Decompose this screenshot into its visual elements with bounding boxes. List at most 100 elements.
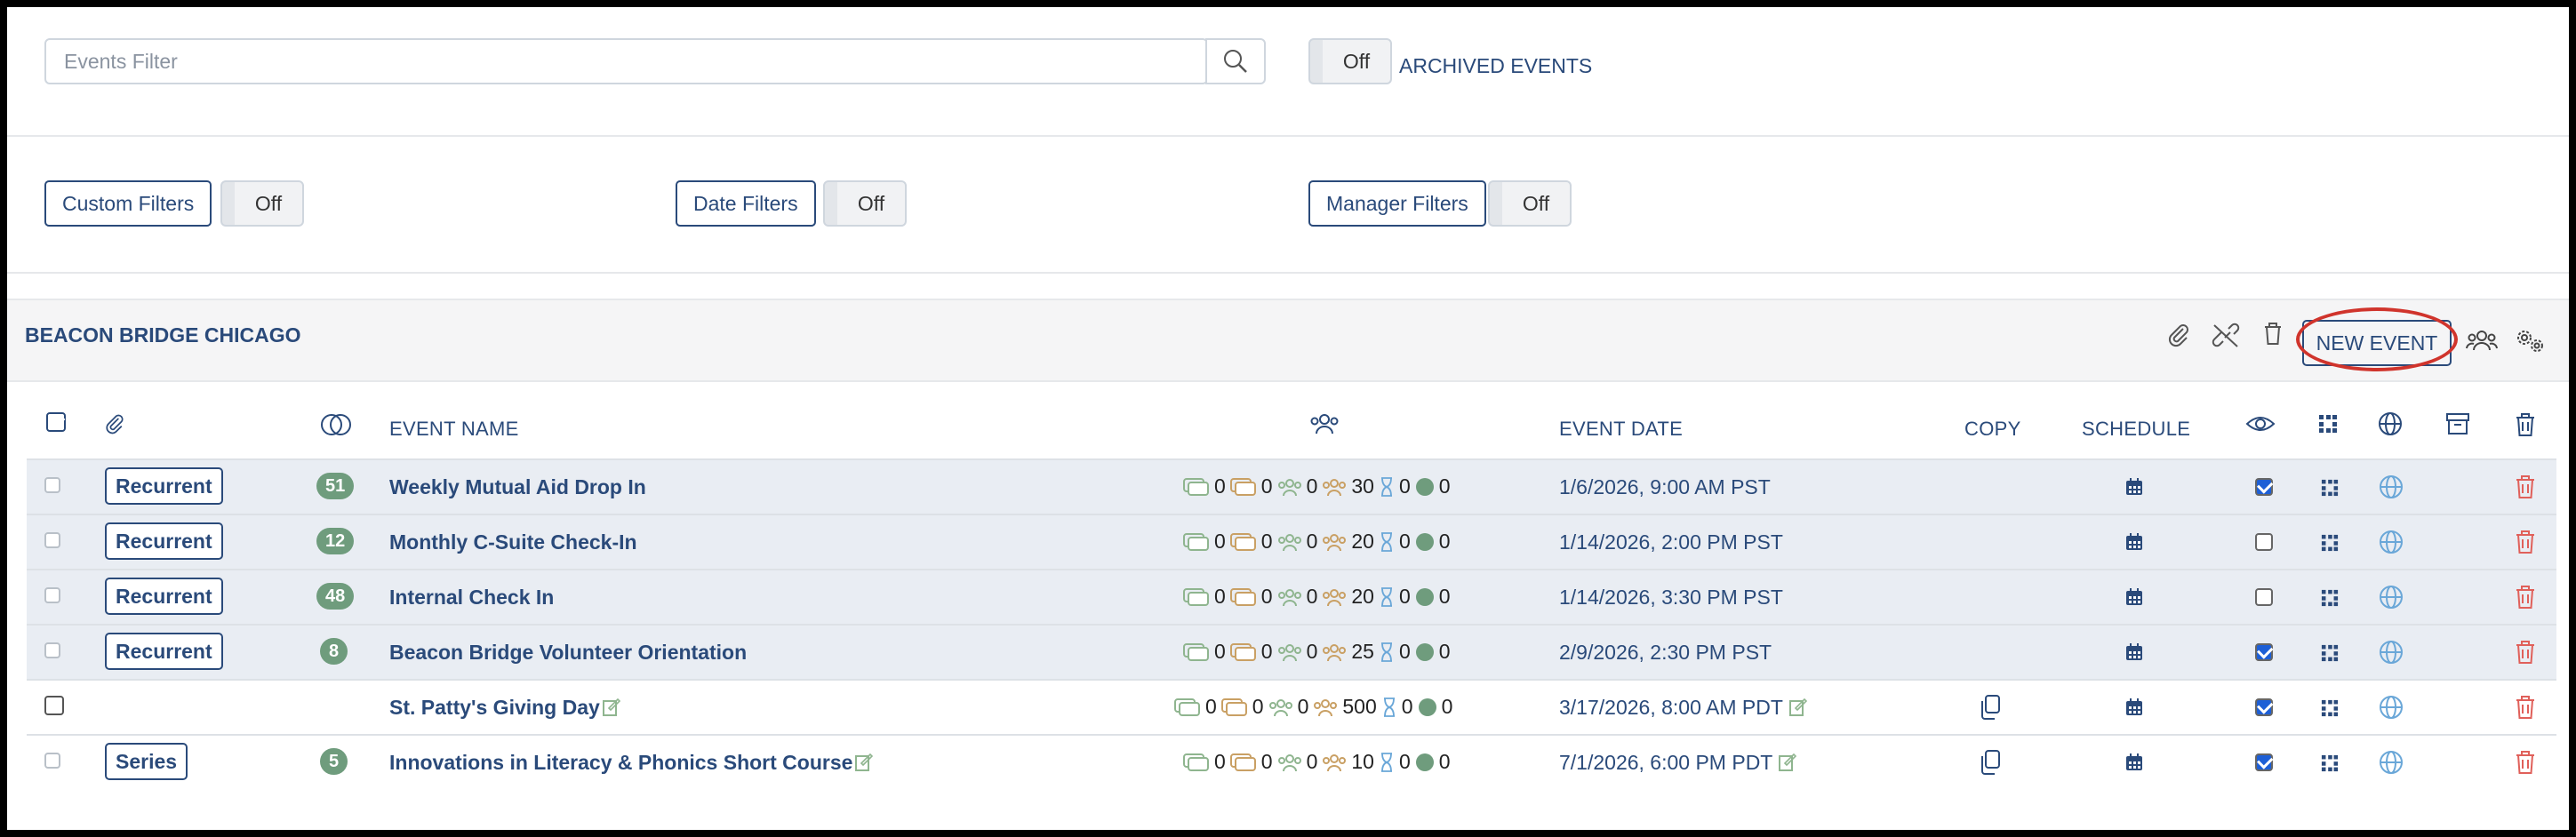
attach-icon[interactable]: [2164, 320, 2194, 350]
row-select-checkbox[interactable]: [44, 753, 60, 769]
globe-icon[interactable]: [2377, 528, 2405, 556]
ticket-green-icon: [1174, 698, 1200, 716]
qr-code-icon[interactable]: [2318, 476, 2341, 499]
schedule-calendar-icon[interactable]: [2123, 751, 2146, 774]
event-type-button[interactable]: Recurrent: [105, 633, 223, 670]
stat-pending: 0: [1398, 474, 1411, 498]
visible-checkbox[interactable]: [2255, 753, 2273, 771]
date-filters-toggle[interactable]: Off: [823, 180, 907, 227]
event-type-button[interactable]: Recurrent: [105, 522, 223, 560]
events-filter-input[interactable]: [62, 40, 1212, 83]
event-name-header[interactable]: EVENT NAME: [389, 418, 519, 441]
schedule-calendar-icon[interactable]: [2123, 530, 2146, 554]
event-row: Recurrent 12 Monthly C-Suite Check-In 0 …: [27, 514, 2556, 569]
stat-attended: 0: [1306, 750, 1318, 773]
event-name-link[interactable]: Weekly Mutual Aid Drop In: [389, 475, 646, 499]
settings-icon[interactable]: [2512, 325, 2548, 355]
qr-code-icon[interactable]: [2318, 752, 2341, 775]
events-filter-field[interactable]: [44, 38, 1212, 84]
schedule-calendar-icon[interactable]: [2123, 696, 2146, 719]
stat-attended: 0: [1297, 695, 1309, 718]
delete-icon[interactable]: [2512, 582, 2539, 612]
events-page: Off ARCHIVED EVENTS Custom Filters Off D…: [7, 7, 2569, 830]
event-stats: 0 0 0 20 0 0: [1182, 585, 1451, 609]
occurrence-count: 8: [329, 641, 340, 661]
copy-icon[interactable]: [1977, 693, 2004, 721]
stat-capacity: 30: [1351, 474, 1374, 498]
row-select-checkbox[interactable]: [44, 477, 60, 493]
occurrence-count: 12: [325, 530, 346, 551]
occurrence-count: 51: [325, 475, 346, 496]
schedule-calendar-icon[interactable]: [2123, 641, 2146, 664]
qr-code-icon[interactable]: [2318, 642, 2341, 665]
visible-checkbox[interactable]: [2255, 643, 2273, 661]
archived-events-toggle[interactable]: Off: [1308, 38, 1392, 84]
qr-code-icon[interactable]: [2318, 586, 2341, 610]
qr-code-icon[interactable]: [2318, 697, 2341, 720]
attendees-green-icon: [1277, 588, 1301, 606]
occurrence-count-badge: 51: [316, 473, 355, 499]
event-name-link[interactable]: Internal Check In: [389, 586, 554, 610]
search-button[interactable]: [1205, 38, 1266, 84]
status-dot-icon: [1415, 642, 1434, 661]
delete-icon[interactable]: [2512, 692, 2539, 722]
edit-date-icon[interactable]: [1787, 696, 1810, 719]
ticket-green-icon: [1183, 477, 1209, 496]
custom-filters-toggle[interactable]: Off: [220, 180, 304, 227]
visible-checkbox[interactable]: [2255, 478, 2273, 496]
row-select-checkbox[interactable]: [44, 532, 60, 548]
divider: [7, 135, 2569, 137]
new-event-button[interactable]: NEW EVENT: [2302, 320, 2452, 366]
event-type-label: Series: [116, 749, 178, 773]
qr-code-icon[interactable]: [2318, 531, 2341, 554]
visible-checkbox[interactable]: [2255, 533, 2273, 551]
globe-icon[interactable]: [2377, 693, 2405, 721]
event-name-link[interactable]: Beacon Bridge Volunteer Orientation: [389, 641, 747, 665]
event-stats: 0 0 0 10 0 0: [1182, 750, 1451, 774]
row-select-checkbox[interactable]: [44, 696, 64, 715]
edit-name-icon[interactable]: [600, 696, 623, 719]
schedule-calendar-icon[interactable]: [2123, 586, 2146, 609]
unlink-icon[interactable]: [2210, 320, 2242, 350]
globe-icon[interactable]: [2377, 473, 2405, 501]
manager-filters-toggle[interactable]: Off: [1488, 180, 1572, 227]
schedule-calendar-icon[interactable]: [2123, 475, 2146, 498]
edit-name-icon[interactable]: [852, 751, 876, 774]
delete-icon[interactable]: [2512, 527, 2539, 557]
event-type-button[interactable]: Series: [105, 743, 188, 780]
row-select-checkbox[interactable]: [44, 587, 60, 603]
visible-checkbox[interactable]: [2255, 698, 2273, 716]
globe-icon[interactable]: [2377, 583, 2405, 611]
event-type-button[interactable]: Recurrent: [105, 578, 223, 615]
visible-checkbox[interactable]: [2255, 588, 2273, 606]
custom-filters-button[interactable]: Custom Filters: [44, 180, 212, 227]
stat-waitlist: 0: [1260, 750, 1273, 773]
event-name: Weekly Mutual Aid Drop In: [389, 475, 646, 498]
date-filters-button[interactable]: Date Filters: [676, 180, 816, 227]
capacity-icon: [1323, 643, 1347, 661]
hourglass-icon: [1380, 531, 1392, 552]
status-dot-icon: [1415, 532, 1434, 551]
stat-pending: 0: [1398, 585, 1411, 608]
event-type-button[interactable]: Recurrent: [105, 467, 223, 505]
event-name-link[interactable]: St. Patty's Giving Day: [389, 696, 600, 720]
edit-date-icon[interactable]: [1776, 751, 1799, 774]
attendees-green-icon: [1277, 478, 1301, 496]
users-icon[interactable]: [2464, 325, 2500, 355]
select-all-checkbox[interactable]: [46, 412, 66, 432]
status-dot-icon: [1415, 477, 1434, 496]
event-date-header[interactable]: EVENT DATE: [1559, 418, 1683, 441]
delete-icon[interactable]: [2512, 637, 2539, 667]
globe-icon[interactable]: [2377, 748, 2405, 777]
trash-icon[interactable]: [2260, 318, 2286, 348]
copy-icon[interactable]: [1977, 748, 2004, 777]
manager-filters-button[interactable]: Manager Filters: [1308, 180, 1486, 227]
globe-icon[interactable]: [2377, 638, 2405, 666]
event-date: 2/9/2026, 2:30 PM PST: [1559, 641, 1772, 665]
ticket-green-icon: [1183, 753, 1209, 771]
row-select-checkbox[interactable]: [44, 642, 60, 658]
delete-icon[interactable]: [2512, 747, 2539, 777]
event-name-link[interactable]: Innovations in Literacy & Phonics Short …: [389, 751, 852, 775]
delete-icon[interactable]: [2512, 472, 2539, 502]
event-name-link[interactable]: Monthly C-Suite Check-In: [389, 530, 637, 554]
